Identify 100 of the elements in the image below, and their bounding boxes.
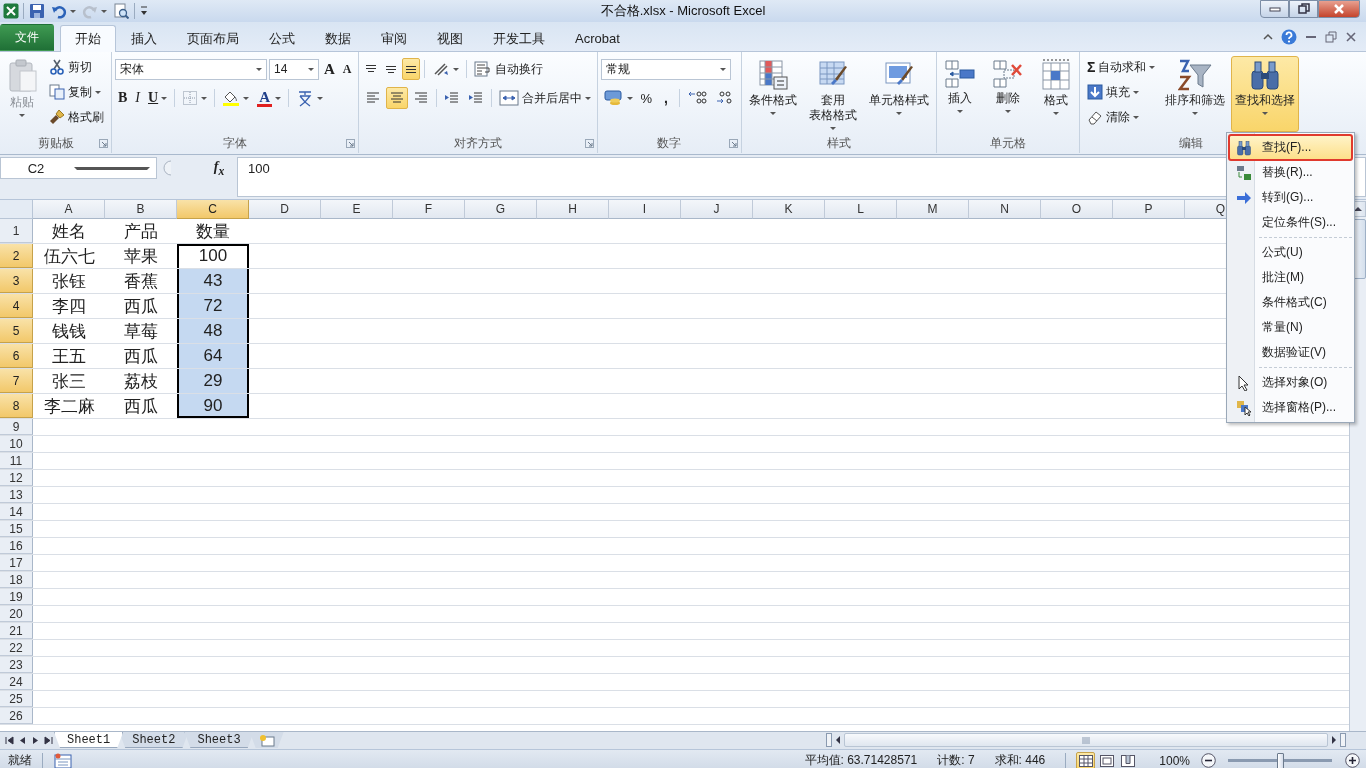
menu-item[interactable]: 条件格式(C) [1229, 290, 1352, 315]
column-header[interactable]: G [465, 200, 537, 219]
comma-button[interactable]: , [657, 87, 675, 109]
row-header[interactable]: 6 [0, 344, 33, 368]
font-name-field[interactable]: 宋体 [115, 58, 267, 80]
insert-function-button[interactable]: f$_{x}$ [201, 158, 237, 178]
menu-item[interactable]: 选择对象(O) [1229, 370, 1352, 395]
column-header[interactable]: H [537, 200, 609, 219]
column-header[interactable]: K [753, 200, 825, 219]
row-header[interactable]: 7 [0, 369, 33, 393]
row-header[interactable]: 24 [0, 674, 33, 690]
copy-button[interactable]: 复制 [45, 81, 108, 103]
zoom-in-button[interactable] [1344, 752, 1360, 768]
scrollbar-thumb[interactable] [844, 733, 1328, 747]
row-header[interactable]: 17 [0, 555, 33, 571]
help-button[interactable] [1280, 28, 1298, 46]
column-header[interactable]: O [1041, 200, 1113, 219]
column-header[interactable]: M [897, 200, 969, 219]
row-header[interactable]: 11 [0, 453, 33, 469]
find-select-button[interactable]: 查找和选择 [1231, 56, 1300, 132]
sheet-tab[interactable]: Sheet1 [54, 732, 124, 748]
menu-item[interactable]: 常量(N) [1229, 315, 1352, 340]
row-header[interactable]: 26 [0, 708, 33, 724]
row-header[interactable]: 1 [0, 219, 33, 243]
number-format-field[interactable]: 常规 [600, 58, 731, 80]
column-header[interactable]: B [105, 200, 177, 219]
insert-button[interactable]: 插入 [939, 56, 980, 132]
view-button[interactable] [1076, 751, 1096, 768]
column-header[interactable]: C [177, 200, 249, 219]
close-button[interactable] [1318, 0, 1360, 18]
sheet-nav-button[interactable] [17, 734, 28, 746]
row-header[interactable]: 8 [0, 394, 33, 418]
cut-button[interactable]: 剪切 [45, 56, 108, 78]
sheet-nav-button[interactable] [43, 734, 54, 746]
column-header[interactable]: I [609, 200, 681, 219]
format-painter-button[interactable]: 格式刷 [45, 106, 108, 128]
ribbon-tab[interactable]: 视图 [422, 25, 478, 51]
clear-button[interactable]: 清除 [1082, 106, 1160, 128]
row-header[interactable]: 22 [0, 640, 33, 656]
row-header[interactable]: 14 [0, 504, 33, 520]
sheet-nav-button[interactable] [30, 734, 41, 746]
save-button[interactable] [28, 2, 46, 20]
sheet-tab[interactable]: Sheet2 [119, 732, 189, 748]
scroll-right-button[interactable] [1330, 735, 1338, 745]
macro-record-button[interactable] [53, 751, 73, 768]
menu-item[interactable]: 查找(F)... [1229, 135, 1352, 160]
row-header[interactable]: 3 [0, 269, 33, 293]
zoom-level[interactable]: 100% [1159, 753, 1190, 768]
row-header[interactable]: 15 [0, 521, 33, 537]
scroll-left-button[interactable] [834, 735, 842, 745]
format-button[interactable]: 格式 [1035, 56, 1076, 132]
conditional-format-button[interactable]: 条件格式 [744, 56, 801, 132]
sort-filter-button[interactable]: 排序和筛选 [1161, 56, 1230, 132]
underline-button[interactable]: U [145, 87, 171, 109]
format-as-table-button[interactable]: 套用 表格格式 [804, 56, 861, 132]
fill-button[interactable]: 填充 [1082, 81, 1160, 103]
sheet-tab[interactable]: Sheet3 [184, 732, 254, 748]
row-header[interactable]: 13 [0, 487, 33, 503]
row-header[interactable]: 19 [0, 589, 33, 605]
merge-center-button[interactable]: 合并后居中 [495, 87, 594, 109]
split-handle[interactable] [826, 733, 832, 747]
row-header[interactable]: 12 [0, 470, 33, 486]
percent-button[interactable]: % [637, 87, 656, 109]
ribbon-tab[interactable]: 页面布局 [172, 25, 254, 51]
collapse-ribbon-button[interactable] [1262, 32, 1274, 42]
wrap-text-button[interactable]: 自动换行 [470, 58, 546, 80]
menu-item[interactable]: 公式(U) [1229, 240, 1352, 265]
row-header[interactable]: 9 [0, 419, 33, 435]
sheet-nav-button[interactable] [4, 734, 15, 746]
autosum-button[interactable]: Σ 自动求和 [1082, 56, 1160, 78]
column-header[interactable]: J [681, 200, 753, 219]
column-header[interactable]: D [249, 200, 321, 219]
row-header[interactable]: 10 [0, 436, 33, 452]
file-tab[interactable]: 文件 [0, 24, 54, 51]
row-header[interactable]: 4 [0, 294, 33, 318]
ribbon-tab[interactable]: 审阅 [366, 25, 422, 51]
ribbon-tab[interactable]: 插入 [116, 25, 172, 51]
column-header[interactable]: L [825, 200, 897, 219]
zoom-out-button[interactable] [1200, 752, 1216, 768]
row-header[interactable]: 23 [0, 657, 33, 673]
row-header[interactable]: 2 [0, 244, 33, 268]
font-size-field[interactable]: 14 [269, 58, 319, 80]
column-header[interactable]: P [1113, 200, 1185, 219]
horizontal-align-button[interactable] [385, 87, 408, 109]
cell-styles-button[interactable]: 单元格样式 [864, 56, 933, 132]
print-preview-button[interactable] [112, 2, 130, 20]
ribbon-tab[interactable]: 开始 [60, 25, 116, 52]
row-header[interactable]: 21 [0, 623, 33, 639]
menu-item[interactable]: 批注(M) [1229, 265, 1352, 290]
menu-item[interactable]: 数据验证(V) [1229, 340, 1352, 365]
ribbon-tab[interactable]: Acrobat [560, 25, 635, 51]
restore-button[interactable] [1289, 0, 1318, 18]
row-header[interactable]: 18 [0, 572, 33, 588]
row-header[interactable]: 5 [0, 319, 33, 343]
ribbon-tab[interactable]: 开发工具 [478, 25, 560, 51]
bold-button[interactable]: B [115, 87, 131, 109]
italic-button[interactable]: I [132, 87, 143, 109]
font-color-button[interactable]: A [254, 87, 284, 109]
menu-item[interactable]: 替换(R)... [1229, 160, 1352, 185]
row-header[interactable]: 20 [0, 606, 33, 622]
